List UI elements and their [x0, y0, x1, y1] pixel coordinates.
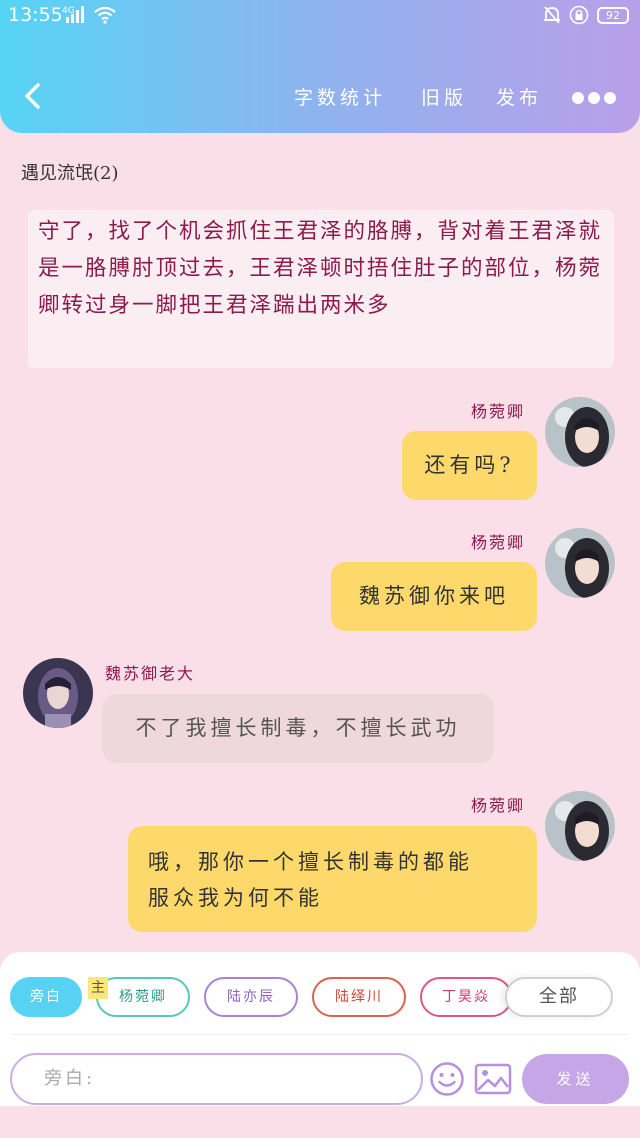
sender-name: 杨菀卿	[471, 402, 526, 421]
chip-lu-yichen[interactable]: 陆亦辰	[204, 977, 298, 1017]
image-icon[interactable]	[474, 1063, 512, 1095]
bottom-spacer	[0, 1106, 640, 1138]
signal-icon	[66, 6, 84, 23]
battery-indicator: 92	[597, 7, 629, 24]
back-arrow-icon[interactable]	[22, 82, 44, 110]
sender-name: 魏苏御老大	[105, 664, 196, 683]
chip-yang-wanqing[interactable]: 杨菀卿	[96, 977, 190, 1017]
message-line: 服众我为何不能	[148, 886, 323, 910]
main-character-tag: 主	[88, 977, 108, 999]
publish-button[interactable]: 发布	[496, 83, 542, 110]
more-options-icon[interactable]	[572, 89, 624, 104]
chip-all[interactable]: 全部	[505, 977, 613, 1017]
word-count-button[interactable]: 字数统计	[294, 83, 386, 110]
emoji-icon[interactable]	[429, 1061, 465, 1097]
avatar[interactable]	[23, 658, 93, 728]
sender-name: 杨菀卿	[471, 796, 526, 815]
wifi-icon	[94, 6, 116, 24]
divider	[12, 1034, 628, 1035]
message-bubble[interactable]: 还有吗?	[402, 431, 537, 500]
chip-narrator[interactable]: 旁白	[10, 977, 82, 1017]
avatar[interactable]	[545, 528, 615, 598]
message-bubble[interactable]: 哦，那你一个擅长制毒的都能 服众我为何不能	[128, 826, 537, 932]
bell-muted-icon	[544, 6, 560, 24]
message-bubble[interactable]: 魏苏御你来吧	[331, 562, 537, 631]
chip-lu-yichuan[interactable]: 陆绎川	[312, 977, 406, 1017]
status-time: 13:55	[8, 4, 63, 26]
chip-ding-haoyan[interactable]: 丁昊焱	[420, 977, 512, 1017]
message-input[interactable]: 旁白:	[10, 1053, 423, 1105]
message-bubble[interactable]: 不了我擅长制毒，不擅长武功	[102, 694, 494, 763]
message-line: 哦，那你一个擅长制毒的都能	[148, 850, 473, 874]
narration-block[interactable]: 守了，找了个机会抓住王君泽的胳膊，背对着王君泽就是一胳膊肘顶过去，王君泽顿时捂住…	[28, 210, 614, 368]
avatar[interactable]	[545, 397, 615, 467]
send-button[interactable]: 发送	[522, 1054, 629, 1104]
rotation-lock-icon	[569, 5, 589, 25]
chapter-title: 遇见流氓(2)	[21, 163, 119, 184]
old-version-button[interactable]: 旧版	[421, 83, 467, 110]
narration-text: 守了，找了个机会抓住王君泽的胳膊，背对着王君泽就是一胳膊肘顶过去，王君泽顿时捂住…	[38, 219, 603, 318]
sender-name: 杨菀卿	[471, 533, 526, 552]
app-header: 13:55 4G 92 字数统计 旧版 发布	[0, 0, 640, 133]
avatar[interactable]	[545, 791, 615, 861]
